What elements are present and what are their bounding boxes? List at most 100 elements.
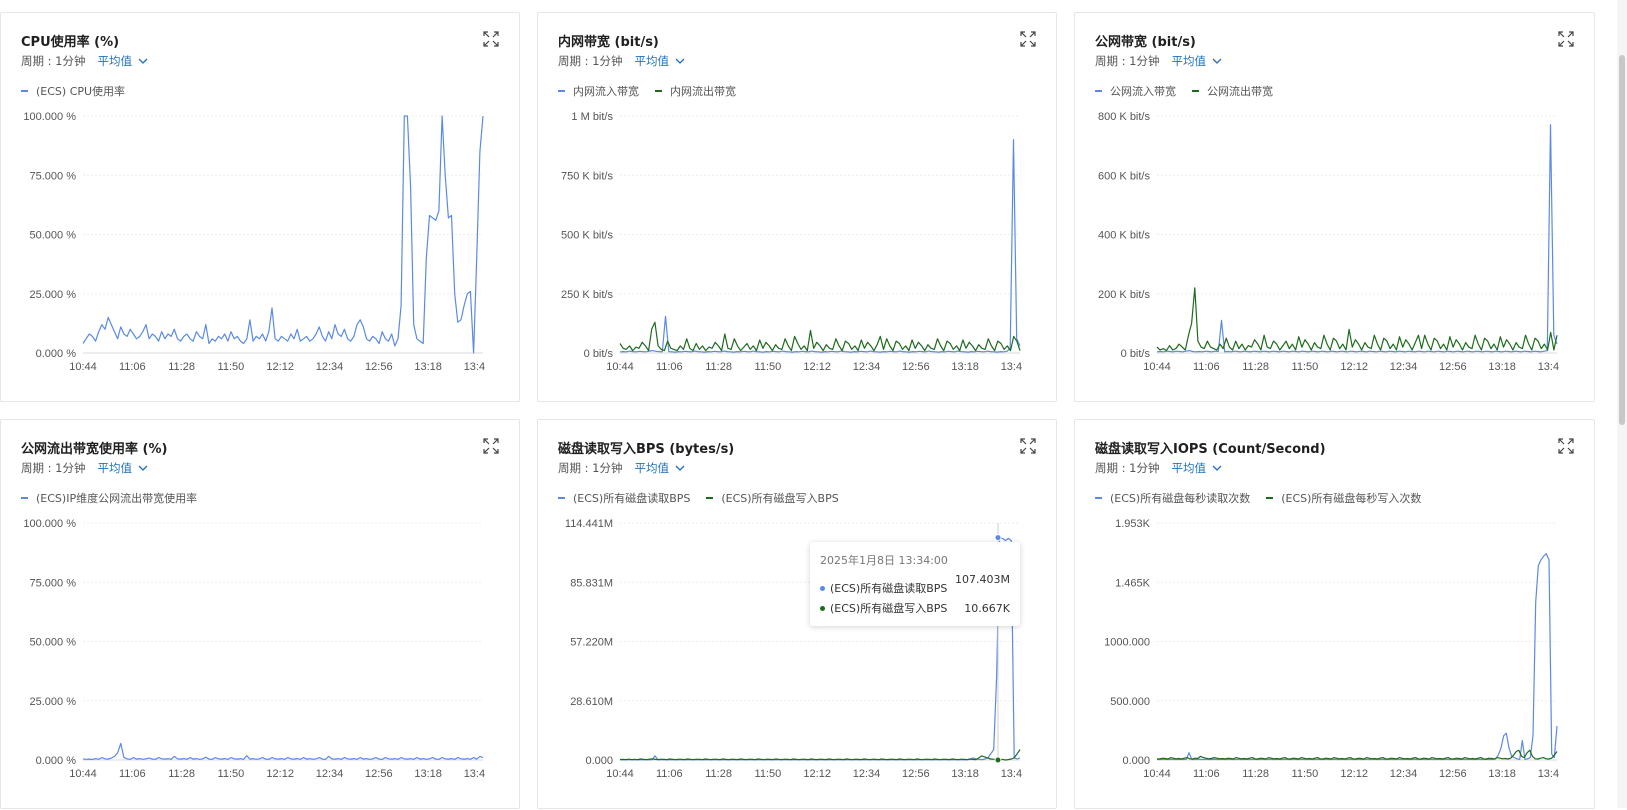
x-tick-label: 13:4 [464,361,485,373]
x-tick-label: 10:44 [606,361,634,373]
y-tick-label: 0.000 [1122,755,1150,767]
tooltip-row: (ECS)所有磁盘写入BPS 10.667K [820,598,1010,618]
x-tick-label: 10:44 [606,768,634,780]
series-line [619,139,1021,353]
y-tick-label: 0.000 % [36,348,77,360]
y-tick-label: 500.000 [1110,696,1150,708]
x-tick-label: 11:50 [755,768,782,780]
y-tick-label: 600 K bit/s [1098,170,1150,182]
x-tick-label: 13:18 [951,768,979,780]
y-tick-label: 75.000 % [30,577,77,589]
x-tick-label: 11:06 [656,768,683,780]
x-tick-label: 12:12 [803,768,831,780]
y-tick-label: 100.000 % [23,518,76,530]
y-tick-label: 75.000 % [30,170,77,182]
series-line [1156,553,1558,761]
x-tick-label: 12:34 [1390,361,1418,373]
x-tick-label: 13:18 [1488,768,1516,780]
y-tick-label: 200 K bit/s [1098,289,1150,301]
chart-card: 公网流出带宽使用率 (%) 周期 : 1分钟 平均值 (ECS)IP维度公网流出带宽使… [0,419,520,809]
tooltip-series-name: (ECS)所有磁盘写入BPS [830,602,948,615]
y-tick-label: 114.441M [565,518,613,530]
tooltip-time: 2025年1月8日 13:34:00 [820,554,948,567]
series-line [1156,287,1558,352]
x-tick-label: 11:28 [705,361,732,373]
x-tick-label: 12:56 [365,361,393,373]
x-tick-label: 11:06 [1193,361,1220,373]
y-tick-label: 0.000 % [36,755,77,767]
x-tick-label: 10:44 [1143,361,1171,373]
y-tick-label: 400 K bit/s [1098,230,1150,242]
tooltip-series-name: (ECS)所有磁盘读取BPS [830,582,948,595]
chart-card: 内网带宽 (bit/s) 周期 : 1分钟 平均值 内网流入带宽 内网流出带宽 1 M b… [537,12,1057,402]
x-tick-label: 13:18 [951,361,979,373]
x-tick-label: 11:06 [119,361,146,373]
series-line [619,749,1021,761]
y-tick-label: 250 K bit/s [561,289,613,301]
y-tick-label: 750 K bit/s [561,170,613,182]
x-tick-label: 11:28 [705,768,732,780]
y-tick-label: 1.465K [1115,577,1151,589]
x-tick-label: 11:06 [1193,768,1220,780]
x-tick-label: 11:06 [119,768,146,780]
x-tick-label: 12:34 [853,361,881,373]
x-tick-label: 13:4 [464,768,485,780]
x-tick-label: 11:50 [218,361,245,373]
y-tick-label: 25.000 % [30,696,77,708]
x-tick-label: 13:4 [1538,768,1559,780]
x-tick-label: 10:44 [1143,768,1171,780]
x-tick-label: 11:50 [1292,361,1319,373]
page-scrollbar[interactable] [1617,0,1627,808]
x-tick-label: 11:28 [1242,361,1269,373]
tooltip-row: (ECS)所有磁盘读取BPS 107.403M [820,573,1010,598]
x-tick-label: 11:28 [168,361,195,373]
hover-point [994,756,1002,764]
x-tick-label: 13:18 [414,768,442,780]
line-chart: 1 M bit/s 750 K bit/s 500 K bit/s 250 K bit… [561,111,1022,373]
series-line [619,321,1021,352]
tooltip-value: 10.667K [964,601,1010,615]
x-tick-label: 13:4 [1538,361,1559,373]
chart-grid: CPU使用率 (%) 周期 : 1分钟 平均值 (ECS) CPU使用率 100.000… [0,12,1595,809]
y-tick-label: 28.610M [570,696,613,708]
x-tick-label: 12:34 [316,361,344,373]
y-tick-label: 1 M bit/s [571,111,613,123]
y-tick-label: 800 K bit/s [1098,111,1150,123]
x-tick-label: 12:56 [1439,768,1467,780]
y-tick-label: 0 bit/s [1121,348,1151,360]
line-chart: 800 K bit/s 600 K bit/s 400 K bit/s 200 K b… [1098,111,1559,373]
x-tick-label: 10:44 [69,768,97,780]
y-tick-label: 500 K bit/s [561,230,613,242]
x-tick-label: 12:56 [1439,361,1467,373]
chart-card: 磁盘读取写入IOPS (Count/Second) 周期 : 1分钟 平均值 (ECS… [1074,419,1595,809]
chart-card: CPU使用率 (%) 周期 : 1分钟 平均值 (ECS) CPU使用率 100.000… [0,12,520,402]
series-line [1156,749,1558,760]
x-tick-label: 11:50 [218,768,245,780]
tooltip-series: (ECS)所有磁盘写入BPS [820,600,947,616]
x-tick-label: 12:12 [1340,361,1368,373]
x-tick-label: 12:12 [1340,768,1368,780]
x-tick-label: 13:4 [1001,768,1022,780]
tooltip-dot [820,605,825,611]
x-tick-label: 12:34 [1390,768,1418,780]
chart-card: 磁盘读取写入BPS (bytes/s) 周期 : 1分钟 平均值 (ECS)所有磁盘读… [537,419,1057,809]
x-tick-label: 13:4 [1001,361,1022,373]
y-tick-label: 0 bit/s [584,348,614,360]
x-tick-label: 12:56 [902,768,930,780]
tooltip-dot [820,585,825,591]
x-tick-label: 11:06 [656,361,683,373]
x-tick-label: 12:12 [266,768,294,780]
y-tick-label: 50.000 % [30,637,77,649]
line-chart: 100.000 % 75.000 % 50.000 % 25.000 % 0.000 %… [23,111,485,373]
x-tick-label: 13:18 [1488,361,1516,373]
x-tick-label: 11:50 [755,361,782,373]
chart-card: 公网带宽 (bit/s) 周期 : 1分钟 平均值 公网流入带宽 公网流出带宽 800 K… [1074,12,1595,402]
y-tick-label: 25.000 % [30,289,77,301]
tooltip-value: 107.403M [955,572,1010,586]
line-chart: 100.000 % 75.000 % 50.000 % 25.000 % 0.000 %… [23,518,485,780]
y-tick-label: 0.000 [585,755,613,767]
y-tick-label: 1000.000 [1104,637,1150,649]
x-tick-label: 12:56 [365,768,393,780]
scrollbar-thumb[interactable] [1619,55,1625,425]
chart-tooltip: 2025年1月8日 13:34:00 (ECS)所有磁盘读取BPS 107.403M… [810,542,1020,626]
